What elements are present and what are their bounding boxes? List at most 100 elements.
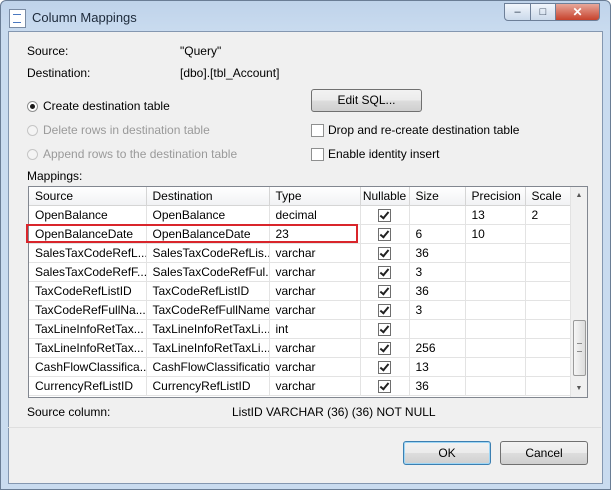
cell-size[interactable]: 3 bbox=[409, 262, 466, 282]
cell-precision[interactable] bbox=[465, 357, 526, 377]
header-destination[interactable]: Destination bbox=[146, 187, 270, 206]
nullable-checkbox[interactable] bbox=[378, 285, 391, 299]
nullable-checkbox[interactable] bbox=[378, 361, 391, 375]
cell-nullable[interactable] bbox=[360, 281, 410, 301]
cell-size[interactable]: 3 bbox=[409, 300, 466, 320]
cell-nullable[interactable] bbox=[360, 262, 410, 282]
cell-destination[interactable]: OpenBalanceDate bbox=[146, 224, 270, 244]
table-row[interactable]: OpenBalance OpenBalance decimal 13 2 bbox=[29, 205, 580, 225]
cell-nullable[interactable] bbox=[360, 338, 410, 358]
cell-precision[interactable] bbox=[465, 300, 526, 320]
cell-type[interactable]: 23 bbox=[269, 224, 361, 244]
cell-type[interactable]: varchar bbox=[269, 243, 361, 263]
cell-size[interactable] bbox=[409, 205, 466, 225]
cell-destination[interactable]: TaxLineInfoRetTaxLi... bbox=[146, 338, 270, 358]
cell-type[interactable]: int bbox=[269, 319, 361, 339]
nullable-checkbox[interactable] bbox=[378, 209, 391, 223]
identity-insert-label[interactable]: Enable identity insert bbox=[328, 147, 439, 161]
append-rows-radio[interactable] bbox=[27, 149, 38, 160]
cell-nullable[interactable] bbox=[360, 319, 410, 339]
edit-sql-button[interactable]: Edit SQL... bbox=[311, 89, 422, 112]
cell-nullable[interactable] bbox=[360, 376, 410, 396]
table-row[interactable]: OpenBalanceDate OpenBalanceDate 23 6 10 bbox=[29, 224, 580, 244]
cell-type[interactable]: varchar bbox=[269, 281, 361, 301]
cell-type[interactable]: varchar bbox=[269, 376, 361, 396]
nullable-checkbox[interactable] bbox=[378, 266, 391, 280]
cell-destination[interactable]: CashFlowClassification bbox=[146, 357, 270, 377]
title-bar[interactable]: Column Mappings – □ ✕ bbox=[1, 1, 610, 33]
cell-source[interactable]: OpenBalanceDate bbox=[29, 224, 147, 244]
cell-precision[interactable] bbox=[465, 262, 526, 282]
cell-source[interactable]: CashFlowClassifica... bbox=[29, 357, 147, 377]
maximize-button[interactable]: □ bbox=[530, 3, 556, 21]
cell-size[interactable]: 36 bbox=[409, 376, 466, 396]
delete-rows-label[interactable]: Delete rows in destination table bbox=[43, 123, 210, 137]
cell-source[interactable]: OpenBalance bbox=[29, 205, 147, 225]
create-table-label[interactable]: Create destination table bbox=[43, 99, 170, 113]
nullable-checkbox[interactable] bbox=[378, 228, 391, 242]
cell-destination[interactable]: TaxCodeRefFullName bbox=[146, 300, 270, 320]
cell-size[interactable]: 256 bbox=[409, 338, 466, 358]
nullable-checkbox[interactable] bbox=[378, 247, 391, 261]
cell-nullable[interactable] bbox=[360, 224, 410, 244]
delete-rows-radio[interactable] bbox=[27, 125, 38, 136]
cell-precision[interactable] bbox=[465, 281, 526, 301]
header-source[interactable]: Source bbox=[29, 187, 147, 206]
grid-vertical-scrollbar[interactable]: ▲ ▼ bbox=[570, 187, 587, 397]
create-table-radio[interactable] bbox=[27, 101, 38, 112]
header-nullable[interactable]: Nullable bbox=[360, 187, 410, 206]
header-size[interactable]: Size bbox=[409, 187, 466, 206]
table-row[interactable]: CurrencyRefListID CurrencyRefListID varcha… bbox=[29, 376, 580, 396]
cell-precision[interactable] bbox=[465, 243, 526, 263]
cell-source[interactable]: TaxLineInfoRetTax... bbox=[29, 319, 147, 339]
cell-source[interactable]: TaxLineInfoRetTax... bbox=[29, 338, 147, 358]
cell-source[interactable]: TaxCodeRefListID bbox=[29, 281, 147, 301]
drop-recreate-checkbox[interactable] bbox=[311, 124, 324, 137]
minimize-button[interactable]: – bbox=[504, 3, 531, 21]
cell-size[interactable]: 13 bbox=[409, 357, 466, 377]
cell-source[interactable]: TaxCodeRefFullNa... bbox=[29, 300, 147, 320]
cell-precision[interactable] bbox=[465, 319, 526, 339]
cell-destination[interactable]: SalesTaxCodeRefFul... bbox=[146, 262, 270, 282]
cancel-button[interactable]: Cancel bbox=[500, 441, 588, 465]
cell-type[interactable]: varchar bbox=[269, 300, 361, 320]
mappings-grid[interactable]: Source Destination Type Nullable Size Pr… bbox=[28, 186, 588, 398]
cell-destination[interactable]: TaxCodeRefListID bbox=[146, 281, 270, 301]
cell-type[interactable]: varchar bbox=[269, 262, 361, 282]
nullable-checkbox[interactable] bbox=[378, 304, 391, 318]
cell-size[interactable]: 6 bbox=[409, 224, 466, 244]
cell-nullable[interactable] bbox=[360, 357, 410, 377]
header-precision[interactable]: Precision bbox=[465, 187, 526, 206]
table-row[interactable]: TaxLineInfoRetTax... TaxLineInfoRetTaxLi.… bbox=[29, 319, 580, 339]
cell-type[interactable]: varchar bbox=[269, 357, 361, 377]
nullable-checkbox[interactable] bbox=[378, 342, 391, 356]
cell-destination[interactable]: TaxLineInfoRetTaxLi... bbox=[146, 319, 270, 339]
cell-type[interactable]: decimal bbox=[269, 205, 361, 225]
ok-button[interactable]: OK bbox=[403, 441, 491, 465]
cell-precision[interactable] bbox=[465, 338, 526, 358]
table-row[interactable]: TaxCodeRefFullNa... TaxCodeRefFullName var… bbox=[29, 300, 580, 320]
identity-insert-checkbox[interactable] bbox=[311, 148, 324, 161]
append-rows-label[interactable]: Append rows to the destination table bbox=[43, 147, 237, 161]
cell-size[interactable] bbox=[409, 319, 466, 339]
cell-precision[interactable]: 13 bbox=[465, 205, 526, 225]
cell-nullable[interactable] bbox=[360, 243, 410, 263]
cell-destination[interactable]: CurrencyRefListID bbox=[146, 376, 270, 396]
cell-precision[interactable] bbox=[465, 376, 526, 396]
table-row[interactable]: TaxCodeRefListID TaxCodeRefListID varchar 3… bbox=[29, 281, 580, 301]
table-row[interactable]: SalesTaxCodeRefF... SalesTaxCodeRefFul...… bbox=[29, 262, 580, 282]
cell-destination[interactable]: SalesTaxCodeRefLis... bbox=[146, 243, 270, 263]
cell-precision[interactable]: 10 bbox=[465, 224, 526, 244]
header-type[interactable]: Type bbox=[269, 187, 361, 206]
drop-recreate-label[interactable]: Drop and re-create destination table bbox=[328, 123, 519, 137]
cell-size[interactable]: 36 bbox=[409, 281, 466, 301]
cell-nullable[interactable] bbox=[360, 205, 410, 225]
nullable-checkbox[interactable] bbox=[378, 323, 391, 337]
cell-size[interactable]: 36 bbox=[409, 243, 466, 263]
cell-destination[interactable]: OpenBalance bbox=[146, 205, 270, 225]
scroll-thumb[interactable] bbox=[573, 320, 586, 376]
table-row[interactable]: CashFlowClassifica... CashFlowClassificat… bbox=[29, 357, 580, 377]
scroll-up-arrow-icon[interactable]: ▲ bbox=[571, 187, 587, 204]
scroll-down-arrow-icon[interactable]: ▼ bbox=[571, 380, 587, 397]
nullable-checkbox[interactable] bbox=[378, 380, 391, 394]
